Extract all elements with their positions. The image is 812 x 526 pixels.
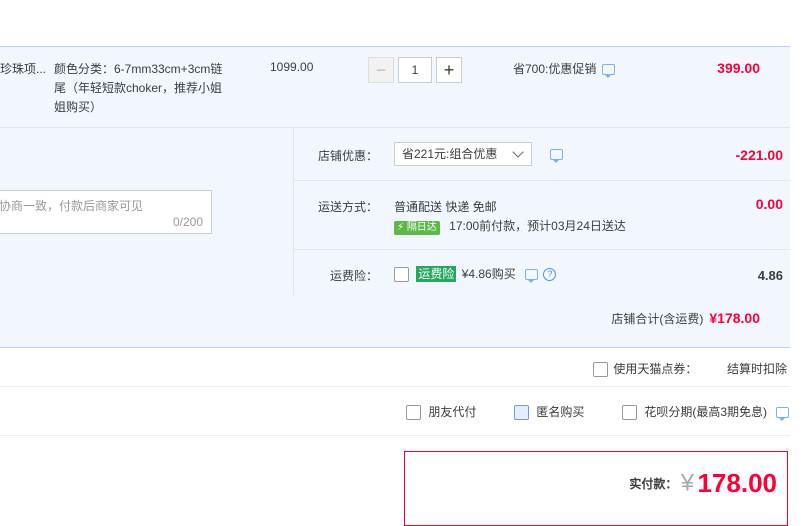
shipping-method: 普通配送 快递 免邮 (394, 200, 497, 214)
huabei-checkbox[interactable] (622, 405, 637, 421)
item-subtotal: 399.00 (717, 60, 760, 76)
next-day-badge-label: 隔日达 (406, 222, 437, 233)
message-icon[interactable] (776, 407, 790, 422)
shop-total: 店铺合计(含运费) ¥178.00 (611, 310, 760, 327)
tmall-points-label: 使用天猫点券： (613, 362, 698, 376)
insurance-label: 运费险： (330, 269, 379, 283)
memo-char-count: 0/200 (172, 215, 203, 229)
huabei-label: 花呗分期(最高3期免息) (644, 405, 768, 419)
anonymous-checkbox[interactable] (514, 405, 529, 421)
decrease-quantity-button[interactable]: − (368, 57, 394, 83)
actual-payment-amount: 178.00 (697, 468, 777, 498)
actual-payment: 实付款： ¥ 178.00 (629, 468, 777, 499)
help-icon[interactable]: ? (543, 268, 557, 282)
tmall-points-note: 结算时扣除 (727, 362, 788, 376)
shop-discount-row: 店铺优惠： 省221元:组合优惠 -221.00 (294, 128, 791, 181)
shipping-eta-line: ⚡ 隔日达 17:00前付款，预计03月24日送达 (394, 217, 626, 235)
insurance-badge: 运费险 (416, 266, 457, 282)
insurance-row: 运费险： 运费险 ¥4.86购买 ? 4.86 (294, 250, 791, 295)
memo-panel: 协商一致，付款后商家可见 0/200 (0, 128, 292, 293)
shop-summary: 协商一致，付款后商家可见 0/200 店铺优惠： 省221元:组合优惠 -221… (0, 128, 791, 348)
item-sku: 颜色分类：6-7mm33cm+3cm链尾（年轻短款choker，推荐小姐姐购买） (54, 62, 223, 114)
pay-summary-box: 实付款： ¥ 178.00 (404, 451, 788, 526)
promo-text: 省700:优惠促销 (513, 62, 597, 76)
discount-value: -221.00 (735, 147, 783, 163)
message-icon[interactable] (550, 149, 563, 163)
order-item-row: 珍珠项... 颜色分类：6-7mm33cm+3cm链尾（年轻短款choker，推… (0, 46, 790, 128)
shipping-row: 运送方式： 普通配送 快递 免邮 ⚡ 隔日达 17:00前付款，预计03月24日… (294, 181, 791, 250)
anonymous-label: 匿名购买 (536, 405, 585, 419)
discount-select[interactable]: 省221元:组合优惠 (394, 142, 532, 166)
anonymous-option[interactable]: 匿名购买 (514, 403, 585, 421)
payment-options-row: 朋友代付 匿名购买 花呗分期(最高3期免息) (0, 387, 790, 436)
increase-quantity-button[interactable]: + (436, 57, 462, 83)
points-row: 使用天猫点券： 结算时扣除 (0, 348, 790, 387)
insurance-price: ¥4.86购买 (461, 267, 516, 281)
actual-payment-label: 实付款： (629, 477, 678, 491)
shipping-eta: 17:00前付款，预计03月24日送达 (449, 219, 626, 233)
shipping-label: 运送方式： (318, 200, 379, 214)
shipping-value: 0.00 (755, 196, 783, 212)
friend-pay-label: 朋友代付 (428, 405, 477, 419)
quantity-stepper: − 1 + (368, 57, 462, 83)
huabei-option[interactable]: 花呗分期(最高3期免息) (622, 403, 790, 422)
shop-details: 店铺优惠： 省221元:组合优惠 -221.00 运送方式： 普通配送 快递 免… (293, 128, 791, 295)
message-icon[interactable] (525, 269, 539, 284)
chevron-down-icon (512, 146, 524, 158)
tmall-points-checkbox[interactable] (593, 362, 608, 378)
next-day-badge: ⚡ 隔日达 (394, 221, 440, 235)
message-icon[interactable] (602, 64, 616, 79)
discount-label: 店铺优惠： (318, 149, 379, 163)
memo-placeholder: 协商一致，付款后商家可见 (0, 199, 144, 213)
item-unit-price: 1099.00 (270, 60, 314, 74)
item-promo: 省700:优惠促销 (513, 60, 616, 79)
friend-pay-option[interactable]: 朋友代付 (406, 403, 477, 421)
friend-pay-checkbox[interactable] (406, 405, 421, 421)
shop-total-label: 店铺合计(含运费) (611, 312, 704, 326)
insurance-value: 4.86 (757, 268, 783, 283)
insurance-option: 运费险 ¥4.86购买 ? (394, 265, 557, 284)
tmall-points-option[interactable]: 使用天猫点券： (593, 360, 698, 378)
shop-total-value: ¥178.00 (709, 310, 760, 326)
insurance-checkbox[interactable] (394, 267, 409, 283)
quantity-input[interactable]: 1 (398, 57, 432, 83)
discount-select-value: 省221元:组合优惠 (402, 147, 498, 161)
buyer-memo-field[interactable]: 协商一致，付款后商家可见 0/200 (0, 190, 212, 234)
item-title[interactable]: 珍珠项... (0, 60, 46, 77)
currency-symbol: ¥ (680, 469, 695, 497)
